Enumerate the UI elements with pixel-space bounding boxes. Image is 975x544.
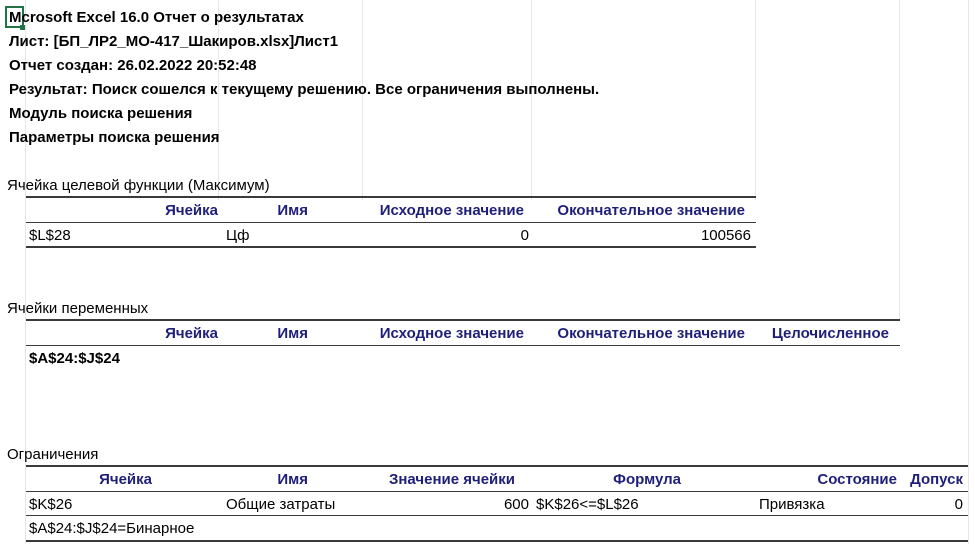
variables-header-cell: Ячейка [165,325,218,342]
constraints-row-name[interactable]: Общие затраты [226,496,335,514]
objective-top-border [26,196,756,198]
constraints-row-slack[interactable]: 0 [899,496,963,514]
objective-header-original: Исходное значение [379,202,524,219]
report-result: Результат: Поиск сошелся к текущему реше… [9,81,600,98]
variables-header-original: Исходное значение [379,325,524,342]
objective-row-final[interactable]: 100566 [531,227,751,245]
constraints-row-value[interactable]: 600 [362,496,529,514]
constraints-row-cell[interactable]: $K$26 [29,496,72,514]
constraints-header-value: Значение ячейки [388,471,515,488]
constraints-header-border [26,491,968,492]
report-module: Модуль поиска решения [9,105,193,122]
objective-row-name[interactable]: Цф [226,227,249,245]
constraints-header-status: Состояние [817,471,897,488]
report-title-first-char[interactable]: M [9,9,22,26]
constraints-header-slack: Допуск [910,471,963,488]
objective-bottom-border [26,246,756,248]
report-params: Параметры поиска решения [9,129,220,146]
variables-header-name: Имя [277,325,308,342]
constraints-top-border [26,465,968,467]
objective-header-border [26,222,756,223]
report-title-rest: crosoft Excel 16.0 Отчет о результатах [21,9,304,26]
constraints-row-border [26,515,968,516]
variables-range[interactable]: $A$24:$J$24 [29,350,120,368]
report-created: Отчет создан: 26.02.2022 20:52:48 [9,57,257,74]
report-sheet: Лист: [БП_ЛР2_МО-417_Шакиров.xlsx]Лист1 [9,33,339,50]
variables-header-border [26,345,900,346]
report-title: Mcrosoft Excel 16.0 Отчет о результатах [9,9,304,27]
objective-section-title: Ячейка целевой функции (Максимум) [7,177,270,194]
constraints-bottom-border [26,540,968,542]
objective-header-final: Окончательное значение [557,202,745,219]
constraints-section-title: Ограничения [7,446,99,463]
variables-section-title: Ячейки переменных [7,300,149,317]
constraints-row-status[interactable]: Привязка [759,496,825,514]
constraints-header-cell: Ячейка [99,471,152,488]
objective-header-name: Имя [277,202,308,219]
objective-row-original[interactable]: 0 [362,227,529,245]
constraints-header-name: Имя [277,471,308,488]
objective-row-cell[interactable]: $L$28 [29,227,71,245]
variables-top-border [26,319,900,321]
constraints-extra[interactable]: $A$24:$J$24=Бинарное [29,520,194,538]
variables-header-integer: Целочисленное [771,325,889,342]
variables-header-final: Окончательное значение [557,325,745,342]
objective-header-cell: Ячейка [165,202,218,219]
constraints-header-formula: Формула [613,471,681,488]
constraints-row-formula[interactable]: $K$26<=$L$26 [536,496,639,514]
